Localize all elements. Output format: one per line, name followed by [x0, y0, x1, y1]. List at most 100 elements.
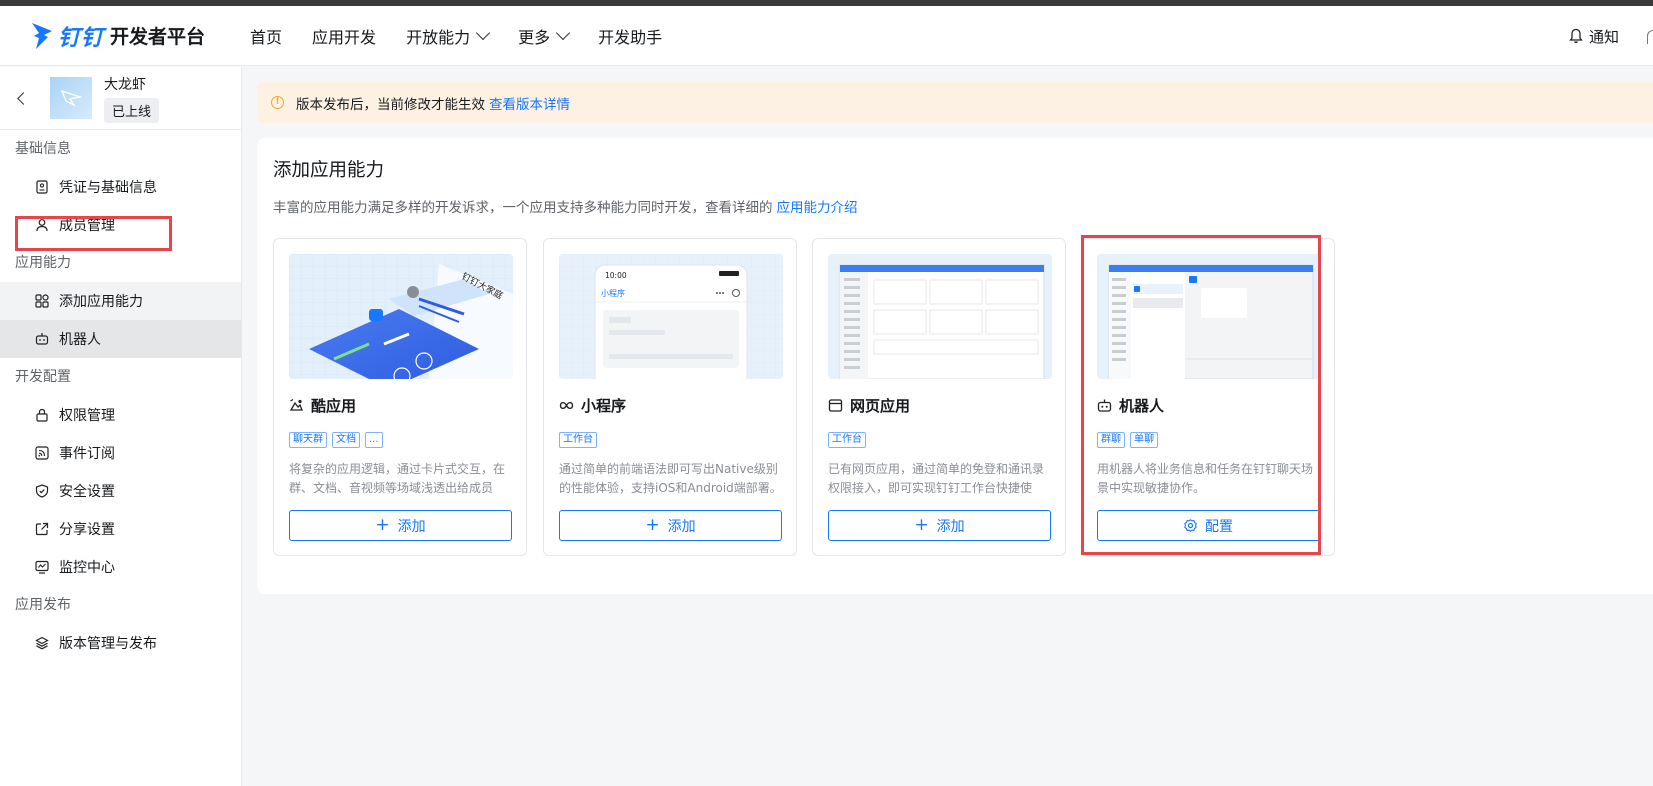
- notify-label: 通知: [1588, 27, 1619, 46]
- card-tags: 聊天群 文档 ...: [289, 432, 388, 448]
- notice-banner: ! 版本发布后，当前修改才能生效 查看版本详情: [257, 82, 1653, 123]
- main-panel: 添加应用能力 丰富的应用能力满足多样的开发诉求，一个应用支持多种能力同时开发，查…: [257, 138, 1653, 594]
- share-icon: [35, 522, 49, 536]
- cool-app-icon: [289, 398, 303, 411]
- robot-icon: [35, 333, 49, 345]
- app-status-badge: 已上线: [104, 97, 160, 123]
- plus-icon: +: [914, 514, 929, 535]
- page-description-text: 丰富的应用能力满足多样的开发诉求，一个应用支持多种能力同时开发，查看详细的: [273, 200, 773, 216]
- card-title: 酷应用: [289, 395, 356, 416]
- app-avatar-icon: [60, 89, 83, 107]
- top-header: 钉钉 开发者平台 首页 应用开发 开放能力 更多 开发助手 通知: [0, 6, 1653, 66]
- chevron-down-icon: [476, 25, 491, 41]
- credential-icon: [36, 180, 48, 194]
- capability-card-robot: 机器人 群聊 单聊 用机器人将业务信息和任务在钉钉聊天场景中实现敏捷协作。 配置: [1081, 238, 1335, 556]
- card-illustration: 10:00 小程序: [559, 254, 783, 379]
- nav-dev-assistant-label: 开发助手: [598, 27, 663, 47]
- card-tags: 工作台: [559, 432, 602, 448]
- button-label: 添加: [936, 518, 965, 535]
- sidebar-item-label: 版本管理与发布: [59, 636, 157, 652]
- nav-home-label: 首页: [250, 27, 283, 47]
- nav-open-capability-label: 开放能力: [406, 27, 471, 47]
- dingtalk-logo-icon: [32, 22, 52, 49]
- button-label: 添加: [667, 518, 696, 535]
- sidebar-item-label: 安全设置: [59, 484, 115, 500]
- card-description: 用机器人将业务信息和任务在钉钉聊天场景中实现敏捷协作。: [1097, 462, 1314, 495]
- nav-more-label: 更多: [518, 27, 551, 47]
- add-cool-app-button[interactable]: + 添加: [289, 510, 512, 541]
- page-title: 添加应用能力: [273, 160, 385, 181]
- sidebar-item-add-capability[interactable]: 添加应用能力: [0, 282, 241, 320]
- top-nav: 首页 应用开发 开放能力 更多 开发助手: [235, 24, 677, 48]
- nav-app-dev[interactable]: 应用开发: [312, 24, 376, 48]
- robot-illustration: [1097, 254, 1321, 379]
- sidebar-item-event-subscription[interactable]: 事件订阅: [0, 434, 241, 472]
- sidebar-item-monitor[interactable]: 监控中心: [0, 548, 241, 586]
- card-description: 已有网页应用，通过简单的免登和通讯录权限接入，即可实现钉钉工作台快捷使用。: [828, 462, 1045, 495]
- tag: 工作台: [559, 432, 597, 448]
- card-description: 将复杂的应用逻辑，通过卡片式交互，在群、文档、音视频等场域浅透出给成员快...: [289, 462, 506, 495]
- capability-card-cool-app: 钉钉大家庭 酷应用 聊天群 文档 ... 将复杂的应用逻辑，通过卡片式交互，在群…: [273, 238, 527, 556]
- nav-more[interactable]: 更多: [518, 24, 571, 48]
- group-title-basic: 基础信息: [15, 141, 71, 157]
- sidebar-item-members[interactable]: 成员管理: [0, 206, 241, 244]
- notice-link[interactable]: 查看版本详情: [489, 93, 570, 113]
- add-web-app-button[interactable]: + 添加: [828, 510, 1051, 541]
- group-title-release: 应用发布: [15, 597, 71, 613]
- nav-home[interactable]: 首页: [250, 24, 282, 48]
- tag: 群聊: [1097, 432, 1125, 448]
- logo[interactable]: 钉钉 开发者平台: [30, 20, 205, 52]
- nav-dev-assistant[interactable]: 开发助手: [598, 24, 662, 48]
- capability-card-mini-program: 10:00 小程序 小程序 工作台 通过简单的前端语法即可写出Native级别的…: [543, 238, 797, 556]
- shield-icon: [35, 484, 49, 498]
- sidebar-item-robot[interactable]: 机器人: [0, 320, 241, 358]
- tag: 工作台: [828, 432, 866, 448]
- header-cutoff-element: [1647, 30, 1653, 44]
- back-arrow-icon[interactable]: [17, 91, 30, 105]
- sidebar-item-label: 权限管理: [59, 408, 115, 424]
- sidebar-item-label: 事件订阅: [59, 446, 115, 462]
- page-description: 丰富的应用能力满足多样的开发诉求，一个应用支持多种能力同时开发，查看详细的 应用能…: [273, 196, 858, 216]
- card-tags: 群聊 单聊: [1097, 432, 1163, 448]
- robot-icon: [1097, 399, 1112, 412]
- capability-intro-link[interactable]: 应用能力介绍: [777, 200, 858, 216]
- sidebar-item-security[interactable]: 安全设置: [0, 472, 241, 510]
- card-title: 机器人: [1097, 395, 1164, 416]
- card-title-text: 小程序: [581, 397, 627, 415]
- notify-button[interactable]: 通知: [1569, 6, 1619, 66]
- web-app-icon: [828, 399, 843, 412]
- card-illustration: [828, 254, 1052, 379]
- add-mini-program-button[interactable]: + 添加: [559, 510, 782, 541]
- button-label: 配置: [1205, 518, 1233, 535]
- card-title: 小程序: [559, 395, 626, 416]
- sidebar-item-label: 机器人: [59, 332, 101, 348]
- sidebar-item-share[interactable]: 分享设置: [0, 510, 241, 548]
- apps-icon: [35, 294, 49, 308]
- bell-icon: [1569, 28, 1583, 44]
- card-title-text: 网页应用: [850, 397, 911, 415]
- lock-icon: [36, 408, 48, 422]
- button-label: 添加: [397, 518, 426, 535]
- logo-brand: 钉钉: [58, 25, 105, 51]
- mini-program-icon: [559, 402, 574, 409]
- notice-text: 版本发布后，当前修改才能生效: [296, 96, 485, 113]
- app-header: 大龙虾 已上线: [0, 67, 241, 130]
- nav-app-dev-label: 应用开发: [312, 27, 377, 47]
- group-title-capability: 应用能力: [15, 255, 71, 271]
- tag: 聊天群: [289, 432, 327, 448]
- card-title: 网页应用: [828, 395, 910, 416]
- configure-robot-button[interactable]: 配置: [1097, 510, 1320, 541]
- gear-icon: [1184, 519, 1197, 532]
- sidebar-item-credentials[interactable]: 凭证与基础信息: [0, 168, 241, 206]
- sidebar-item-version-release[interactable]: 版本管理与发布: [0, 624, 241, 662]
- tag-more[interactable]: ...: [365, 432, 383, 448]
- nav-open-capability[interactable]: 开放能力: [406, 24, 491, 48]
- sidebar-item-permissions[interactable]: 权限管理: [0, 396, 241, 434]
- layers-icon: [35, 636, 49, 650]
- group-title-dev-config: 开发配置: [15, 369, 71, 385]
- card-illustration: [1097, 254, 1321, 379]
- plus-icon: +: [645, 514, 660, 535]
- plus-icon: +: [375, 514, 390, 535]
- web-app-illustration: [828, 254, 1052, 379]
- user-icon: [36, 219, 48, 232]
